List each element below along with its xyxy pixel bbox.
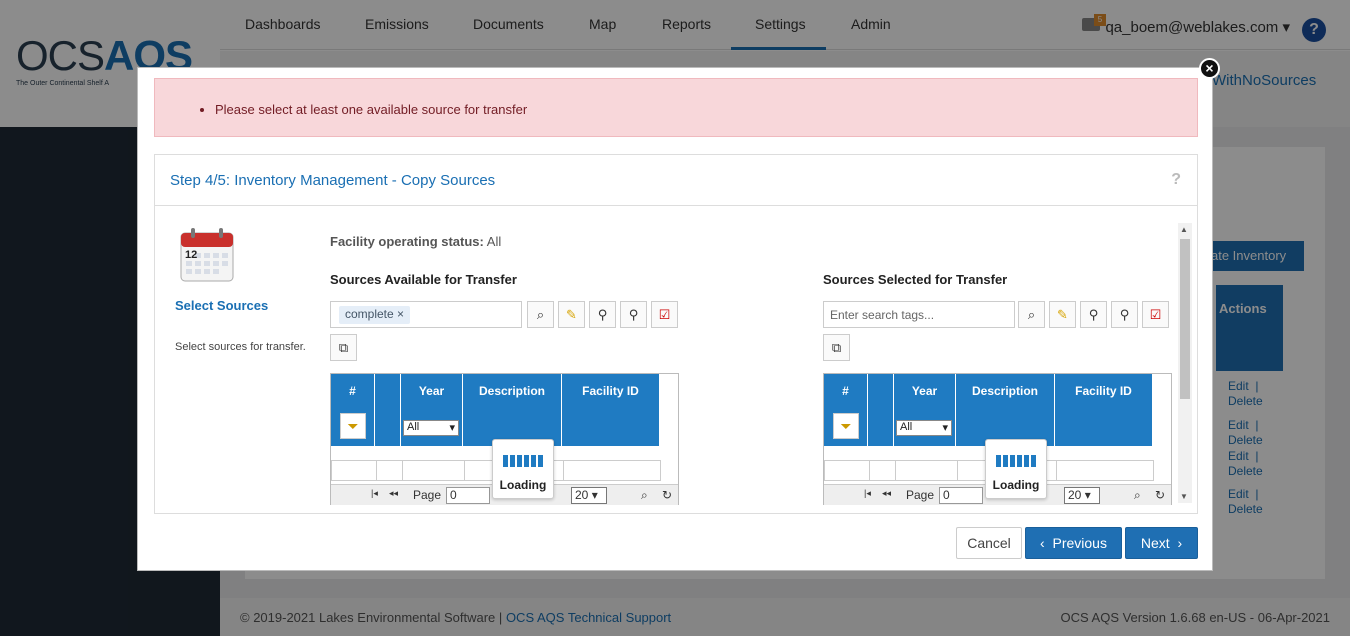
alert-message: Please select at least one available sou… — [215, 102, 1197, 117]
wizard-help-icon[interactable]: ? — [1171, 171, 1181, 189]
wizard-scrollbar[interactable]: ▲ ▼ — [1178, 223, 1192, 503]
step-description: Select sources for transfer. — [175, 341, 306, 353]
cancel-button[interactable]: Cancel — [956, 527, 1022, 559]
clear-broom-icon[interactable]: ✎ — [558, 301, 585, 328]
first-page-icon[interactable]: |◂ — [371, 488, 378, 499]
tag-chip[interactable]: complete × — [339, 306, 411, 324]
calendar-icon: 12 — [180, 228, 234, 282]
chevron-left-icon: ‹ — [1040, 535, 1045, 551]
zoom-icon[interactable]: ⚲ — [620, 301, 647, 328]
tag-placeholder: Enter search tags... — [830, 308, 935, 322]
available-title: Sources Available for Transfer — [330, 272, 517, 287]
zoom-check-icon[interactable]: ⚲ — [589, 301, 616, 328]
col-check[interactable] — [868, 374, 894, 446]
page-input[interactable]: 0 — [939, 487, 983, 504]
year-filter-select[interactable]: All ▾ — [403, 420, 459, 436]
first-page-icon[interactable]: |◂ — [864, 488, 871, 499]
available-tag-input[interactable]: complete × — [330, 301, 522, 328]
wizard-body: 12 Select Sources Select sources for tra… — [155, 207, 1197, 513]
page-input[interactable]: 0 — [446, 487, 490, 504]
wizard-panel: Step 4/5: Inventory Management - Copy So… — [154, 154, 1198, 514]
loading-indicator: Loading — [492, 439, 554, 499]
filter-clear-icon[interactable]: ⏷ — [340, 413, 366, 439]
refresh-icon[interactable]: ↻ — [1155, 488, 1165, 502]
chevron-right-icon: › — [1177, 535, 1183, 551]
search-icon[interactable]: ⌕ — [527, 301, 554, 328]
col-description[interactable]: Description — [956, 374, 1055, 446]
filter-clear-icon[interactable]: ⏷ — [833, 413, 859, 439]
clear-broom-icon[interactable]: ✎ — [1049, 301, 1076, 328]
previous-button[interactable]: ‹ Previous — [1025, 527, 1122, 559]
scroll-down-icon[interactable]: ▼ — [1180, 492, 1188, 501]
search-icon[interactable]: ⌕ — [641, 488, 648, 503]
search-icon[interactable]: ⌕ — [1018, 301, 1045, 328]
next-button[interactable]: Next › — [1125, 527, 1198, 559]
copy-sources-modal: Please select at least one available sou… — [137, 67, 1213, 571]
selected-title: Sources Selected for Transfer — [823, 272, 1008, 287]
year-filter-select[interactable]: All ▾ — [896, 420, 952, 436]
loading-indicator: Loading — [985, 439, 1047, 499]
zoom-icon[interactable]: ⚲ — [1111, 301, 1138, 328]
scrollbar-thumb[interactable] — [1180, 239, 1190, 399]
close-icon[interactable]: × — [1199, 58, 1220, 79]
copy-icon[interactable]: ⧉ — [330, 334, 357, 361]
facility-status: Facility operating status: All — [330, 234, 502, 249]
select-all-icon[interactable]: ☑ — [651, 301, 678, 328]
zoom-check-icon[interactable]: ⚲ — [1080, 301, 1107, 328]
col-description[interactable]: Description — [463, 374, 562, 446]
col-facility-id[interactable]: Facility ID — [1055, 374, 1152, 446]
select-all-icon[interactable]: ☑ — [1142, 301, 1169, 328]
prev-page-icon[interactable]: ◂◂ — [389, 488, 398, 499]
scroll-up-icon[interactable]: ▲ — [1180, 225, 1188, 234]
copy-icon[interactable]: ⧉ — [823, 334, 850, 361]
step-title: Select Sources — [175, 298, 269, 313]
wizard-title: Step 4/5: Inventory Management - Copy So… — [170, 172, 496, 189]
col-facility-id[interactable]: Facility ID — [562, 374, 659, 446]
page-size-select[interactable]: 20 ▾ — [1064, 487, 1100, 504]
page-size-select[interactable]: 20 ▾ — [571, 487, 607, 504]
refresh-icon[interactable]: ↻ — [662, 488, 672, 502]
prev-page-icon[interactable]: ◂◂ — [882, 488, 891, 499]
wizard-header: Step 4/5: Inventory Management - Copy So… — [155, 155, 1197, 206]
calendar-day: 12 — [185, 249, 197, 261]
selected-tag-input[interactable]: Enter search tags... — [823, 301, 1015, 328]
col-check[interactable] — [375, 374, 401, 446]
search-icon[interactable]: ⌕ — [1134, 488, 1141, 503]
error-alert: Please select at least one available sou… — [154, 78, 1198, 137]
